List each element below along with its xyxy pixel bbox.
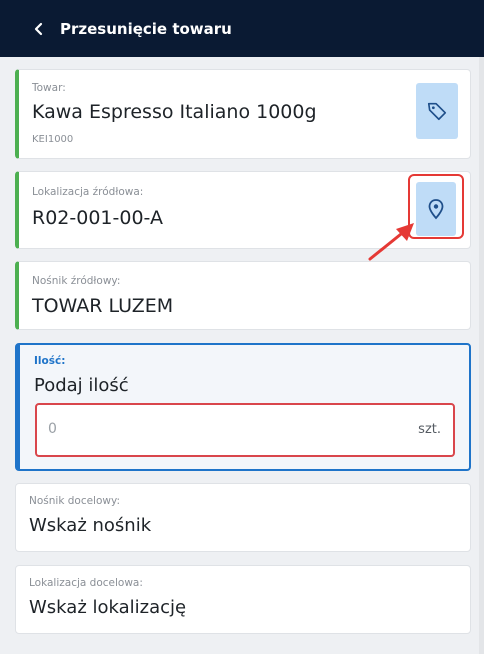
source-carrier-value: TOWAR LUZEM bbox=[32, 295, 174, 317]
product-card[interactable]: Towar: Kawa Espresso Italiano 1000g KEI1… bbox=[15, 69, 471, 159]
quantity-placeholder: 0 bbox=[48, 421, 57, 437]
quantity-card: Ilość: Podaj ilość 0 szt. bbox=[15, 343, 471, 471]
scrollbar[interactable] bbox=[479, 57, 484, 654]
form-content: Towar: Kawa Espresso Italiano 1000g KEI1… bbox=[0, 57, 484, 654]
quantity-unit: szt. bbox=[418, 422, 441, 437]
target-carrier-label: Nośnik docelowy: bbox=[29, 495, 120, 507]
quantity-input[interactable]: 0 szt. bbox=[35, 403, 455, 457]
target-carrier-card[interactable]: Nośnik docelowy: Wskaż nośnik bbox=[15, 483, 471, 552]
tag-icon bbox=[427, 102, 447, 121]
app-header: Przesunięcie towaru bbox=[0, 0, 484, 57]
quantity-label: Ilość: bbox=[34, 355, 66, 367]
chevron-left-icon bbox=[34, 22, 43, 35]
source-carrier-card[interactable]: Nośnik źródłowy: TOWAR LUZEM bbox=[15, 261, 471, 330]
page-title: Przesunięcie towaru bbox=[60, 19, 232, 38]
target-location-label: Lokalizacja docelowa: bbox=[29, 577, 143, 589]
source-location-value: R02-001-00-A bbox=[32, 207, 163, 229]
product-label: Towar: bbox=[32, 82, 66, 94]
source-location-label: Lokalizacja źródłowa: bbox=[32, 186, 144, 198]
annotation-arrow-icon bbox=[368, 223, 414, 261]
product-name: Kawa Espresso Italiano 1000g bbox=[32, 101, 317, 123]
quantity-prompt: Podaj ilość bbox=[34, 375, 129, 396]
product-tag-button[interactable] bbox=[416, 83, 458, 139]
source-carrier-label: Nośnik źródłowy: bbox=[32, 275, 121, 287]
product-code: KEI1000 bbox=[32, 134, 74, 145]
target-carrier-value: Wskaż nośnik bbox=[29, 515, 152, 536]
target-location-card[interactable]: Lokalizacja docelowa: Wskaż lokalizację bbox=[15, 565, 471, 634]
target-location-value: Wskaż lokalizację bbox=[29, 597, 187, 618]
back-button[interactable] bbox=[24, 14, 54, 44]
